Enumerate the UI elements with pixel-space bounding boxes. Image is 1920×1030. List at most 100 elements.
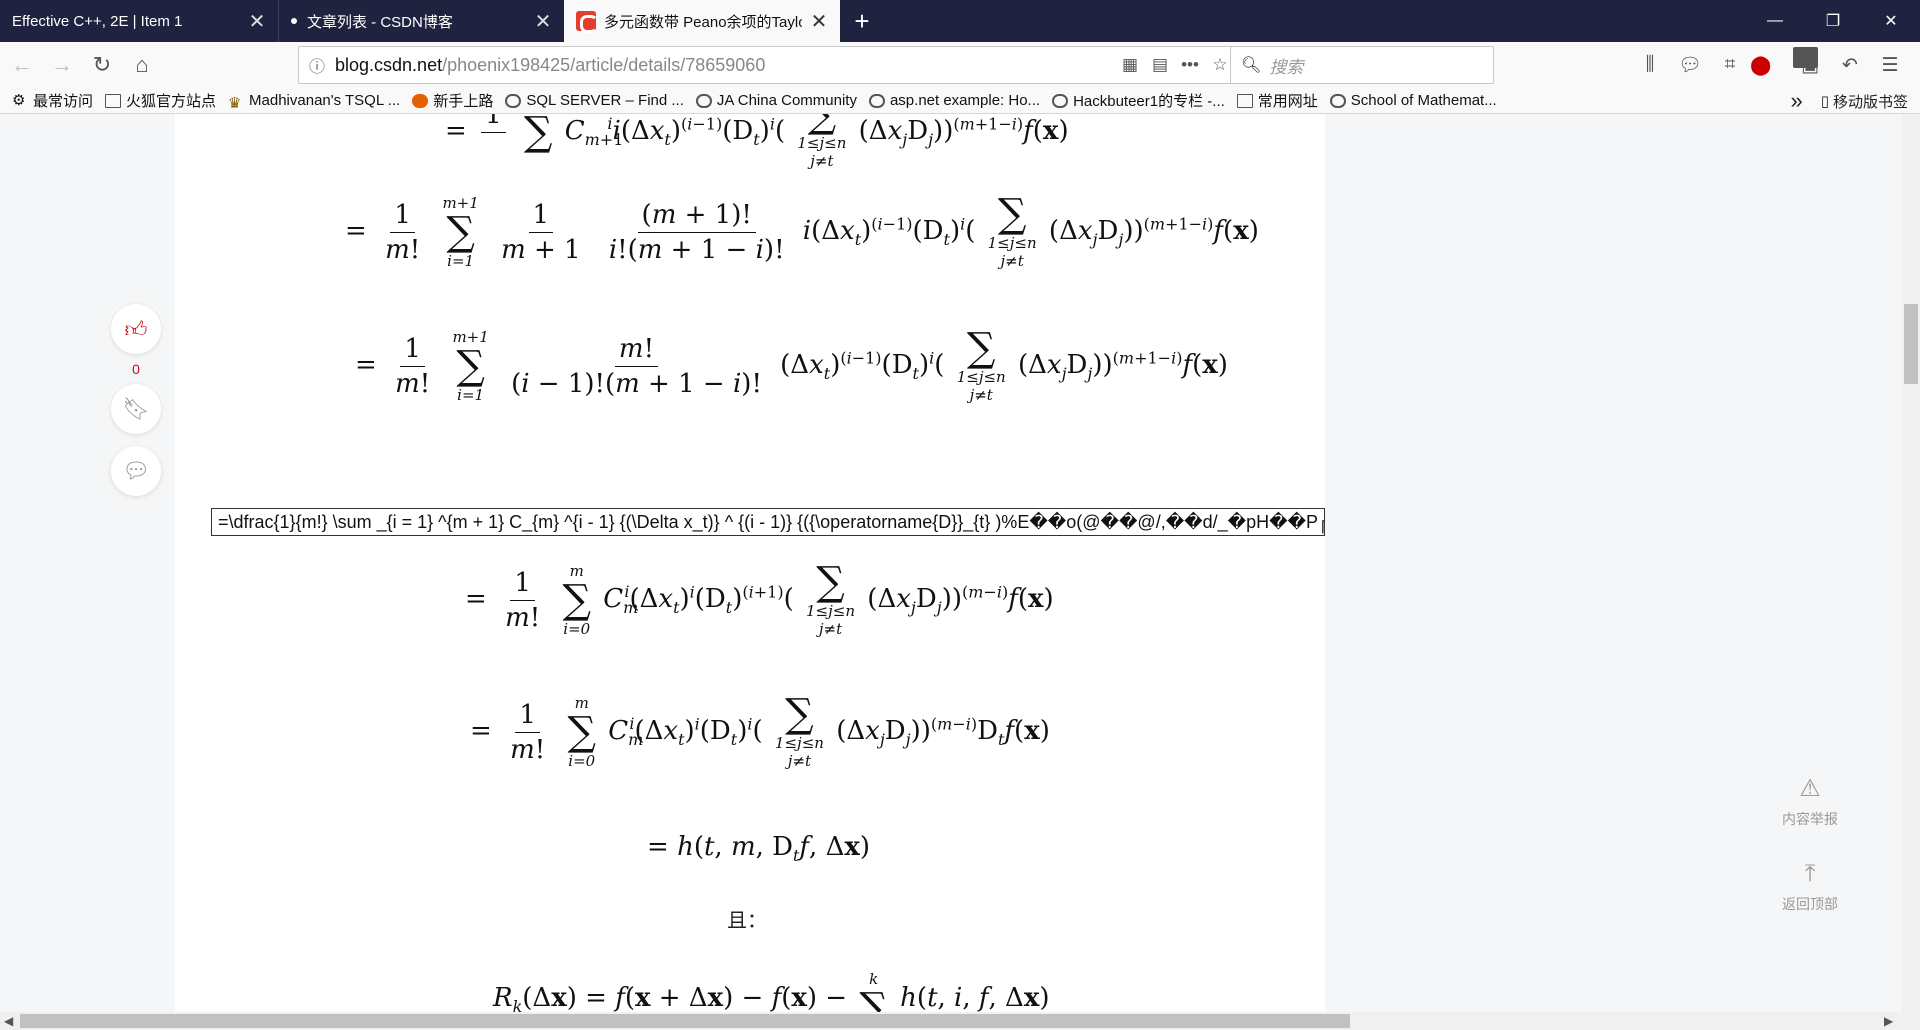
bookmark-item[interactable]: ♛ Madhivanan's TSQL ... <box>228 92 401 112</box>
tab-effective-cpp[interactable]: Effective C++, 2E | Item 1 ✕ <box>0 0 278 42</box>
back-to-top-button[interactable]: ⤒ 返回顶部 <box>1760 860 1860 914</box>
close-tab-icon[interactable]: ✕ <box>248 9 266 34</box>
page-actions-icon[interactable]: ••• <box>1175 55 1205 75</box>
window-controls: — ❐ ✕ <box>1746 0 1920 42</box>
formula-line: = h(t, m, Dtf, Δx) <box>647 832 871 866</box>
bookmark-label: SQL SERVER – Find ... <box>526 92 684 109</box>
tab-label: Effective C++, 2E | Item 1 <box>12 12 183 30</box>
folder-icon <box>105 93 122 108</box>
bookmark-label: School of Mathemat... <box>1350 92 1497 109</box>
top-icon: ⤒ <box>1804 860 1816 887</box>
back-button[interactable]: ← <box>4 47 40 83</box>
screenshot-icon[interactable]: ⌗ <box>1710 54 1750 76</box>
bookmarks-toolbar: ⚙ 最常访问 火狐官方站点 ♛ Madhivanan's TSQL ... 新手上路… <box>0 88 1920 114</box>
scroll-thumb[interactable] <box>1904 304 1918 384</box>
scroll-thumb[interactable] <box>20 1014 1350 1028</box>
globe-icon <box>1329 93 1346 108</box>
bookmark-label: asp.net example: Ho... <box>889 92 1041 109</box>
adblock-icon[interactable]: ⬤ 14 <box>1750 46 1819 77</box>
report-label: 内容举报 <box>1782 811 1838 827</box>
scroll-left-icon[interactable]: ◀ <box>4 1014 13 1028</box>
scroll-right-icon[interactable]: ▶ <box>1884 1014 1893 1028</box>
close-tab-icon[interactable]: ✕ <box>810 9 828 34</box>
toolbar-icons: ⫼ 💬︎ ⌗ ⬤ 14 ▣ ↶ ☰ <box>1630 42 1910 88</box>
url-text[interactable]: blog.csdn.net/phoenix198425/article/deta… <box>335 55 1115 76</box>
folder-icon <box>1236 93 1253 108</box>
bookmark-item[interactable]: ⚙ 最常访问 <box>12 90 93 111</box>
mobile-icon: ▯ <box>1820 93 1829 110</box>
reader-view-icon[interactable]: ▤ <box>1145 55 1175 75</box>
warning-icon: ⚠ <box>1799 775 1821 802</box>
address-bar[interactable]: ⓘ blog.csdn.net/phoenix198425/article/de… <box>298 46 1236 84</box>
home-button[interactable]: ⌂ <box>124 47 160 83</box>
search-input[interactable]: 🔍︎ 搜索 <box>1230 46 1494 84</box>
vertical-scrollbar[interactable] <box>1902 114 1920 1012</box>
restore-icon[interactable]: ❐ <box>1804 0 1862 42</box>
globe-icon <box>1052 93 1069 108</box>
article-body: = 1 ∑ Cm+1ii(Δxt)(i−1)(Dt)i( ∑ 1≤j≤n j≠t (… <box>175 114 1325 1012</box>
library-icon[interactable]: ⫼ <box>1630 54 1670 76</box>
unread-dot-icon <box>291 18 297 24</box>
formula-line: = 1 m! m+1 ∑ i=1 1m + 1 (m + 1)! i!(m + 1 − … <box>345 191 1259 270</box>
mobile-bookmarks-button[interactable]: 移动版书签 <box>1833 91 1908 112</box>
globe-icon <box>505 93 522 108</box>
bookmark-item[interactable]: asp.net example: Ho... <box>868 92 1041 109</box>
bookmark-label: 新手上路 <box>433 93 494 110</box>
url-path: /phoenix198425/article/details/78659060 <box>442 54 766 75</box>
more-bookmarks-button[interactable]: » <box>1790 88 1802 114</box>
bookmark-button[interactable]: 🔖︎ <box>111 384 161 434</box>
sidebar-icon[interactable]: ▣ <box>1790 54 1830 77</box>
bookmark-label: 火狐官方站点 <box>126 93 217 110</box>
csdn-favicon-icon <box>576 11 598 33</box>
formula-line: = 1 m! m ∑ i=0 Cmi(Δxt)i(Dt)i( ∑ 1≤j≤n j≠t (Δ… <box>470 691 1050 770</box>
bookmark-folder[interactable]: 常用网址 <box>1236 90 1318 111</box>
undo-close-icon[interactable]: ↶ <box>1830 54 1870 77</box>
chat-icon[interactable]: 💬︎ <box>1670 53 1710 77</box>
close-tab-icon[interactable]: ✕ <box>534 9 552 34</box>
like-button[interactable]: 👍︎ <box>111 304 161 354</box>
formula-line: = 1 m! m+1 ∑ i=1 m! (i − 1)!(m + 1 − i)! (Δx… <box>355 325 1228 404</box>
comment-button[interactable]: 💬︎ <box>111 446 161 496</box>
tab-active-article[interactable]: 多元函数带 Peano余项的Taylo ✕ <box>564 0 840 42</box>
new-tab-button[interactable]: + <box>840 0 884 42</box>
bookmark-folder[interactable]: 火狐官方站点 <box>105 90 216 111</box>
raw-latex-error-box: =\dfrac{1}{m!} \sum _{i = 1} ^{m + 1} C_… <box>211 508 1325 536</box>
report-button[interactable]: ⚠ 内容举报 <box>1760 774 1860 829</box>
tab-strip: Effective C++, 2E | Item 1 ✕ 文章列表 - CSDN… <box>0 0 1920 42</box>
bookmarks-right: » ▯ 移动版书签 <box>1790 88 1908 114</box>
tab-label: 多元函数带 Peano余项的Taylo <box>604 13 802 31</box>
menu-icon[interactable]: ☰ <box>1870 54 1910 77</box>
formula-line: = 1 ∑ Cm+1ii(Δxt)(i−1)(Dt)i( ∑ 1≤j≤n j≠t (… <box>445 114 1069 170</box>
bookmark-item[interactable]: JA China Community <box>695 92 857 109</box>
like-count: 0 <box>132 361 140 377</box>
bookmark-item[interactable]: SQL SERVER – Find ... <box>505 92 684 109</box>
bookmark-label: Madhivanan's TSQL ... <box>249 92 401 109</box>
bookmark-item[interactable]: Hackbuteer1的专栏 -... <box>1052 90 1225 111</box>
bookmark-label: JA China Community <box>716 92 857 109</box>
site-icon: ♛ <box>228 94 242 112</box>
bookmark-item[interactable]: 新手上路 <box>412 90 493 111</box>
close-window-icon[interactable]: ✕ <box>1862 0 1920 42</box>
tab-label: 文章列表 - CSDN博客 <box>307 13 453 31</box>
search-placeholder: 搜索 <box>1269 57 1304 77</box>
reload-button[interactable]: ↻ <box>84 47 120 83</box>
qr-code-icon[interactable]: ▦ <box>1115 55 1145 75</box>
minimize-icon[interactable]: — <box>1746 0 1804 42</box>
also-label: 且： <box>727 910 767 932</box>
tab-csdn-list[interactable]: 文章列表 - CSDN博客 ✕ <box>278 0 564 42</box>
firefox-icon <box>412 93 429 108</box>
globe-icon <box>695 93 712 108</box>
search-icon: 🔍︎ <box>1241 57 1262 74</box>
formula-line: Rk(Δx) = f(x + Δx) − f(x) − k ∑ h(t, i, f… <box>493 970 1050 1012</box>
forward-button[interactable]: → <box>44 47 80 83</box>
bookmark-label: 常用网址 <box>1257 93 1318 110</box>
formula-line: = 1 m! m ∑ i=0 Cmi(Δxt)i(Dt)(i+1)( ∑ 1≤j≤n j≠… <box>465 559 1054 638</box>
page-content: 👍︎ 0 🔖︎ 💬︎ = 1 ∑ Cm+1ii(Δxt)(i−1)(Dt)i( … <box>0 114 1902 1012</box>
navigation-toolbar: ← → ↻ ⌂ ⓘ blog.csdn.net/phoenix198425/ar… <box>0 42 1920 88</box>
horizontal-scrollbar[interactable]: ◀ ▶ <box>0 1012 1920 1030</box>
globe-icon <box>868 93 885 108</box>
bookmark-label: Hackbuteer1的专栏 -... <box>1073 93 1225 110</box>
gear-icon: ⚙ <box>12 91 26 109</box>
site-info-icon[interactable]: ⓘ <box>299 53 335 77</box>
bookmark-item[interactable]: School of Mathemat... <box>1329 92 1497 109</box>
